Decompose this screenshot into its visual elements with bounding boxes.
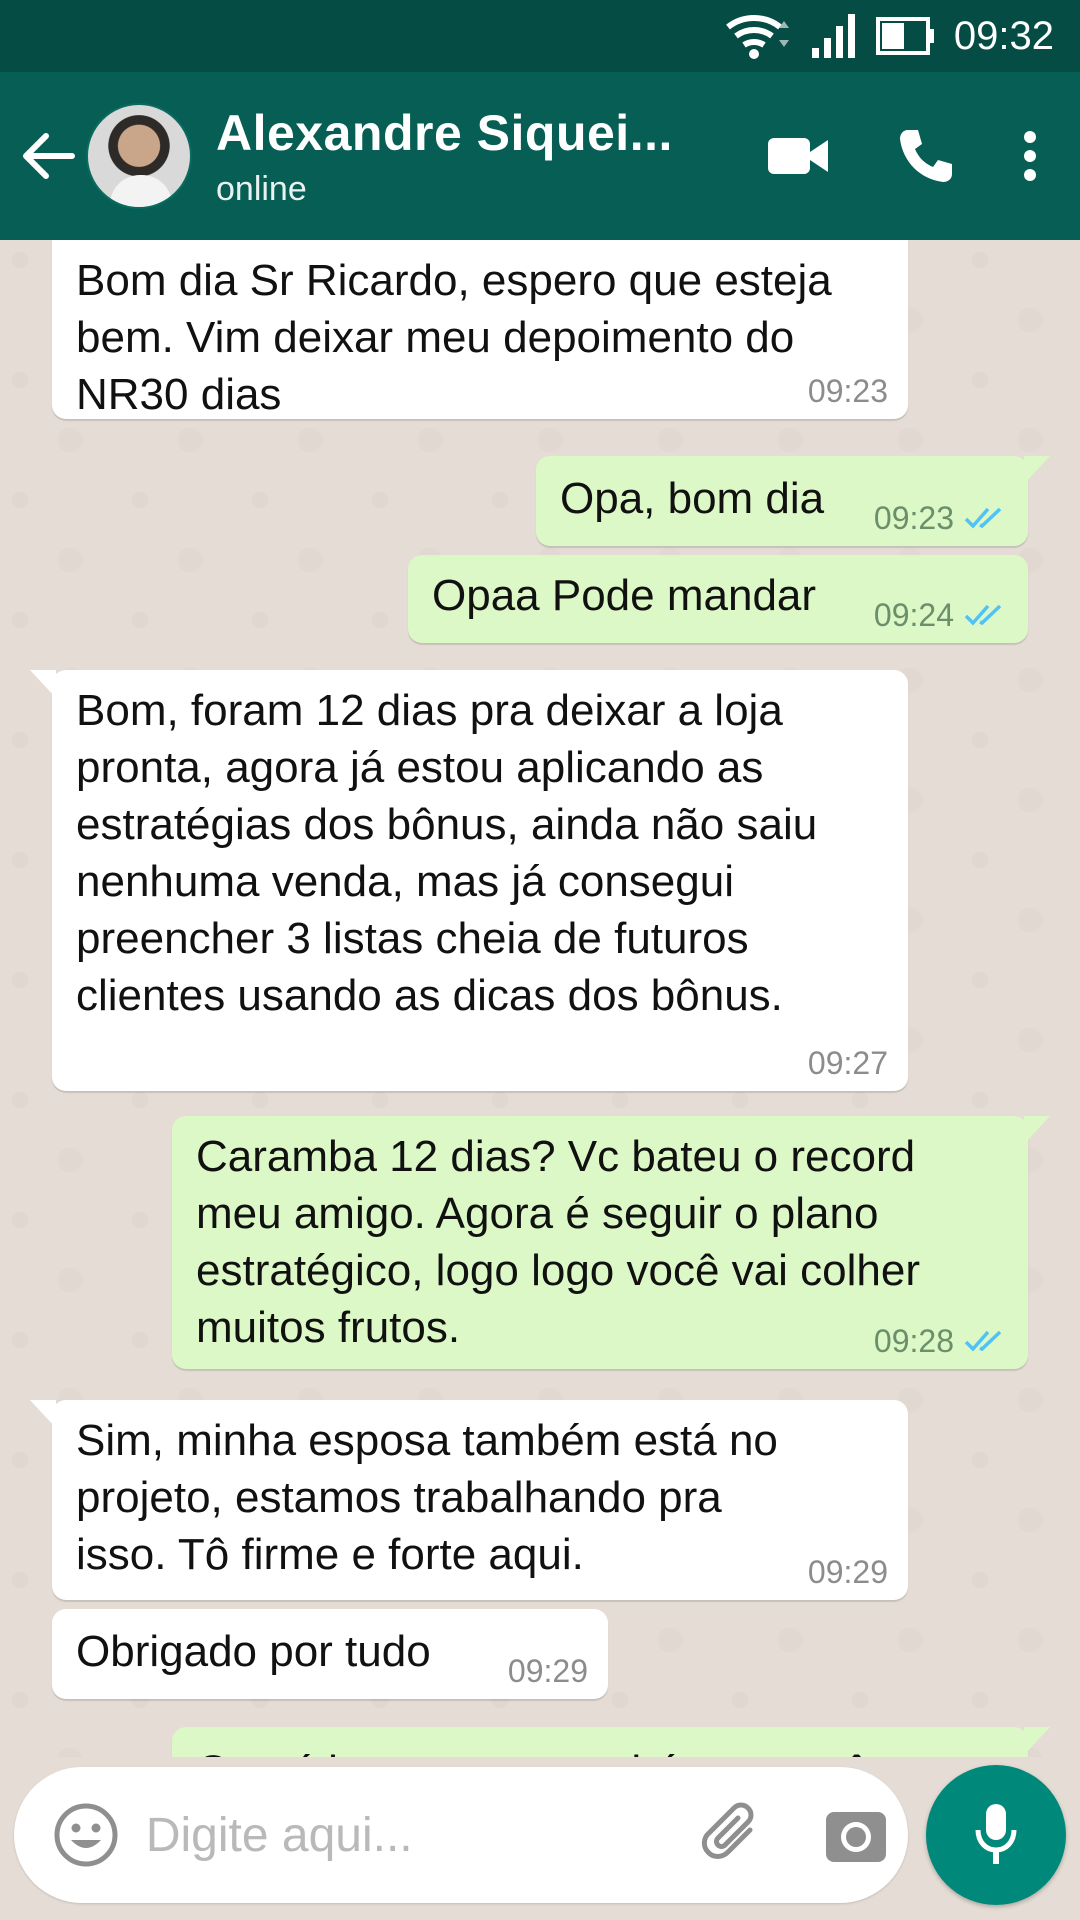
back-button[interactable] xyxy=(6,96,90,216)
contact-name: Alexandre Siquei... xyxy=(216,104,673,161)
attach-button[interactable] xyxy=(686,1780,780,1890)
message-meta: 09:28 xyxy=(874,1325,1008,1357)
compose-bar xyxy=(0,1757,1080,1920)
header-actions xyxy=(734,96,1080,216)
message-text: Bom dia Sr Ricardo, espero que esteja be… xyxy=(76,256,832,419)
emoji-icon xyxy=(54,1803,118,1867)
camera-button[interactable] xyxy=(804,1780,908,1890)
contact-info[interactable]: Alexandre Siquei... online xyxy=(216,104,686,209)
status-time: 09:32 xyxy=(953,13,1054,58)
message-time: 09:29 xyxy=(807,1554,888,1590)
message-incoming[interactable]: Bom dia Sr Ricardo, espero que esteja be… xyxy=(52,240,908,419)
voice-message-button[interactable] xyxy=(926,1765,1066,1905)
read-ticks-icon xyxy=(964,604,1002,626)
camera-icon xyxy=(826,1812,887,1862)
message-time: 09:27 xyxy=(807,1045,888,1081)
signal-icon xyxy=(810,12,858,60)
voice-call-button[interactable] xyxy=(862,96,990,216)
microphone-icon xyxy=(975,1804,1017,1864)
message-outgoing[interactable]: Opa, bom dia 09:23 xyxy=(536,456,1050,546)
message-text: Que ótimo, meus parabéns a vocês xyxy=(172,1727,1028,1757)
message-time: 09:23 xyxy=(807,373,888,409)
more-vertical-icon xyxy=(1024,131,1036,181)
battery-icon xyxy=(875,15,936,57)
contact-avatar[interactable] xyxy=(86,103,192,209)
back-arrow-icon xyxy=(23,133,75,179)
message-input[interactable] xyxy=(145,1807,666,1863)
message-meta: 09:29 xyxy=(808,1556,888,1588)
message-meta: 09:23 xyxy=(874,502,1008,534)
video-camera-icon xyxy=(768,138,828,174)
paperclip-icon xyxy=(701,1802,754,1859)
message-time: 09:24 xyxy=(873,597,954,633)
read-ticks-icon xyxy=(964,507,1002,529)
emoji-button[interactable] xyxy=(34,1780,138,1890)
video-call-button[interactable] xyxy=(734,96,862,216)
message-text: Caramba 12 dias? Vc bateu o record meu a… xyxy=(196,1132,920,1352)
read-ticks-icon xyxy=(964,1330,1002,1352)
wifi-icon xyxy=(722,11,792,61)
message-time: 09:23 xyxy=(873,500,954,536)
message-incoming[interactable]: Sim, minha esposa também está no projeto… xyxy=(30,1400,908,1600)
message-outgoing[interactable]: Opaa Pode mandar 09:24 xyxy=(408,555,1028,643)
message-meta: 09:24 xyxy=(874,599,1008,631)
message-outgoing[interactable]: Caramba 12 dias? Vc bateu o record meu a… xyxy=(172,1116,1050,1369)
message-outgoing[interactable]: Que ótimo, meus parabéns a vocês xyxy=(172,1727,1050,1757)
message-time: 09:29 xyxy=(507,1653,588,1689)
message-list[interactable]: Bom dia Sr Ricardo, espero que esteja be… xyxy=(0,240,1080,1757)
compose-field xyxy=(14,1767,908,1903)
phone-icon xyxy=(900,130,952,182)
message-meta: 09:23 xyxy=(808,375,888,407)
message-incoming[interactable]: Bom, foram 12 dias pra deixar a loja pro… xyxy=(30,670,908,1091)
message-text: Sim, minha esposa também está no projeto… xyxy=(76,1416,778,1579)
more-options-button[interactable] xyxy=(990,96,1070,216)
status-bar: 09:32 xyxy=(0,0,1080,72)
message-text: Bom, foram 12 dias pra deixar a loja pro… xyxy=(76,686,818,1020)
message-meta: 09:27 xyxy=(808,1047,888,1079)
chat-header: Alexandre Siquei... online xyxy=(0,72,1080,240)
message-incoming[interactable]: Obrigado por tudo 09:29 xyxy=(52,1609,608,1699)
message-meta: 09:29 xyxy=(508,1655,588,1687)
message-time: 09:28 xyxy=(873,1323,954,1359)
contact-status: online xyxy=(216,169,307,208)
